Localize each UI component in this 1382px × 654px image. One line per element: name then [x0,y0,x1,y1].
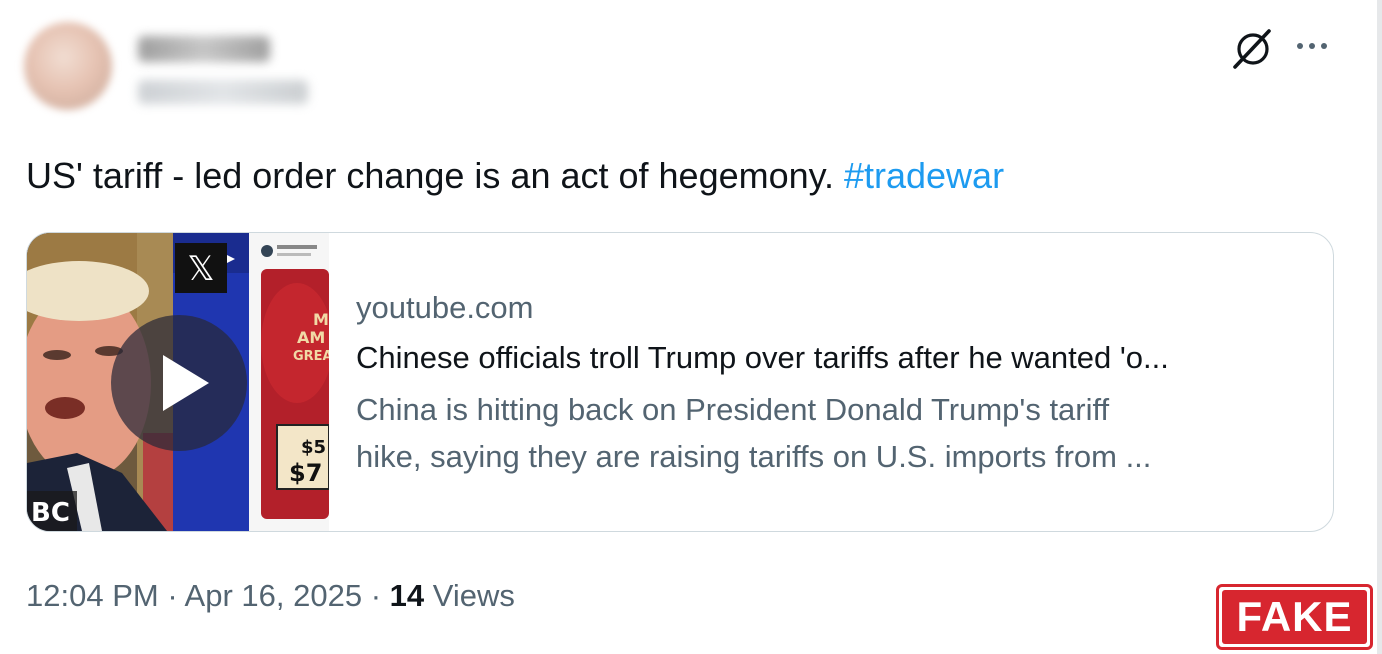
tweet: US' tariff - led order change is an act … [0,0,1372,654]
fake-stamp: FAKE [1216,584,1373,650]
separator: · [158,578,185,613]
tweet-date[interactable]: Apr 16, 2025 [185,578,363,613]
hashtag-link[interactable]: #tradewar [844,155,1004,196]
price-text-1: $5 [301,437,326,458]
separator: · [362,578,390,613]
card-title: Chinese officials troll Trump over tarif… [356,340,1169,375]
play-icon[interactable] [111,315,247,451]
views-count[interactable]: 14 [390,578,424,613]
x-logo-text: 𝕏 [187,249,214,289]
card-description-line-2: hike, saying they are raising tariffs on… [356,439,1152,474]
tweet-metadata: 12:04 PM · Apr 16, 2025 · 14 Views [26,578,515,614]
fake-stamp-label: FAKE [1222,590,1367,644]
card-domain: youtube.com [356,290,534,325]
link-preview-card[interactable]: 𝕏 M AM GREA $5 $7 BC youtube.com Chinese… [26,232,1334,532]
username-redacted[interactable] [138,80,308,104]
more-icon[interactable] [1294,32,1330,60]
display-name-redacted[interactable] [138,36,270,62]
hat-text-1: M [313,310,329,329]
panel-border [1377,0,1382,654]
grok-icon[interactable] [1231,27,1275,71]
corner-logo-text: BC [31,498,70,528]
tweet-time[interactable]: 12:04 PM [26,578,159,613]
hat-text-2: AM [297,328,325,347]
video-thumbnail[interactable]: 𝕏 M AM GREA $5 $7 BC [27,233,329,531]
hat-text-3: GREA [293,349,329,364]
avatar[interactable] [24,22,112,110]
tweet-body: US' tariff - led order change is an act … [26,155,844,196]
views-label[interactable]: Views [424,578,515,613]
card-description-line-1: China is hitting back on President Donal… [356,392,1110,427]
tweet-text: US' tariff - led order change is an act … [26,150,1326,202]
price-text-2: $7 [289,459,322,487]
